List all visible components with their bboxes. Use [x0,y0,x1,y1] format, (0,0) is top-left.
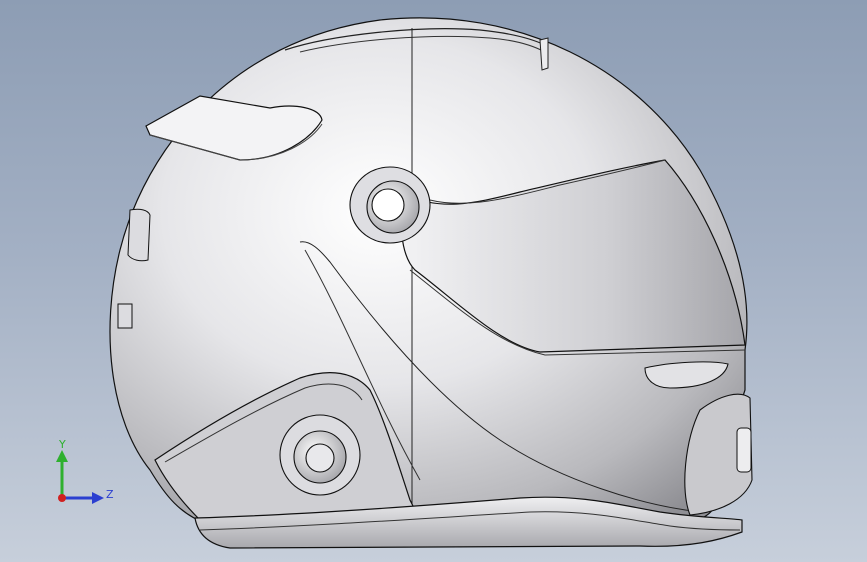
x-axis-origin [58,494,66,502]
z-axis-label: Z [106,488,114,501]
chin-bar-slot [736,427,752,473]
y-axis-label: Y [58,438,66,451]
graphics-viewport[interactable]: Y Z [0,0,867,562]
rear-spoiler-tab [539,37,549,71]
visor-pivot-cap [371,188,405,222]
z-axis-arrow [92,492,104,504]
coordinate-triad: Y Z [56,438,114,504]
y-axis-arrow [56,450,68,462]
rear-vent-upper [127,208,151,262]
rear-vent-lower [117,303,133,329]
helmet-model[interactable] [0,0,867,562]
side-knob-cap [305,443,335,473]
